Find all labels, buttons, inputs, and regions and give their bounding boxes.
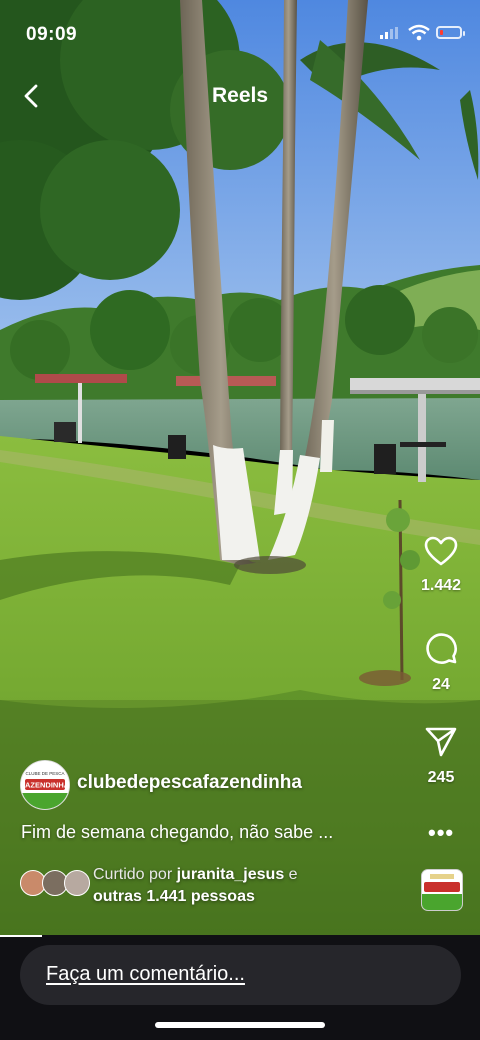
reel-video-frame	[0, 0, 480, 935]
comment-count: 24	[432, 676, 450, 693]
liked-by-text[interactable]: Curtido por juranita_jesus e outras 1.44…	[93, 864, 298, 908]
reel-video[interactable]	[0, 0, 480, 935]
avatar[interactable]: FAZENDINHA CLUBE DE PESCA	[20, 760, 70, 810]
share-count: 245	[427, 769, 455, 786]
comment-input[interactable]: Faça um comentário...	[20, 945, 461, 1005]
liked-by-user[interactable]: juranita_jesus	[177, 866, 285, 883]
comment-placeholder[interactable]: Faça um comentário...	[46, 963, 245, 986]
audio-thumbnail-logo	[422, 870, 462, 910]
like-count: 1.442	[420, 577, 462, 594]
cellular-signal-icon	[380, 27, 398, 39]
battery-level	[440, 30, 443, 35]
heart-icon[interactable]	[424, 536, 458, 566]
status-bar: 09:09	[0, 0, 480, 60]
wifi-icon	[408, 24, 430, 41]
more-horizontal-icon[interactable]: •••	[428, 820, 454, 845]
post-username[interactable]: clubedepescafazendinha	[77, 772, 302, 794]
clubedepescafazendinha-logo: FAZENDINHA CLUBE DE PESCA	[21, 761, 69, 809]
liked-by-prefix: Curtido por	[93, 866, 173, 883]
avatar-logo-subtext: CLUBE DE PESCA	[25, 771, 64, 776]
home-indicator[interactable]	[155, 1022, 325, 1028]
liker-avatars[interactable]	[20, 870, 90, 898]
avatar-logo-text: FAZENDINHA	[21, 781, 69, 790]
comment-button[interactable]: 24	[408, 631, 474, 694]
bottom-bar: Faça um comentário...	[0, 935, 480, 1040]
audio-thumbnail[interactable]	[421, 869, 463, 911]
send-icon[interactable]	[424, 726, 458, 758]
battery-icon	[436, 26, 465, 39]
liked-by-connector: e	[288, 866, 298, 883]
progress-indicator	[0, 935, 42, 937]
post-caption[interactable]: Fim de semana chegando, não sabe ...	[21, 822, 333, 843]
liked-by-others[interactable]: outras 1.441 pessoas	[93, 888, 255, 905]
like-button[interactable]: 1.442	[408, 536, 474, 595]
comment-icon[interactable]	[424, 631, 458, 665]
page-title: Reels	[211, 84, 269, 107]
more-options-button[interactable]: •••	[428, 820, 454, 846]
share-button[interactable]: 245	[408, 726, 474, 787]
liker-avatar-3	[64, 870, 90, 896]
status-time: 09:09	[26, 24, 78, 45]
